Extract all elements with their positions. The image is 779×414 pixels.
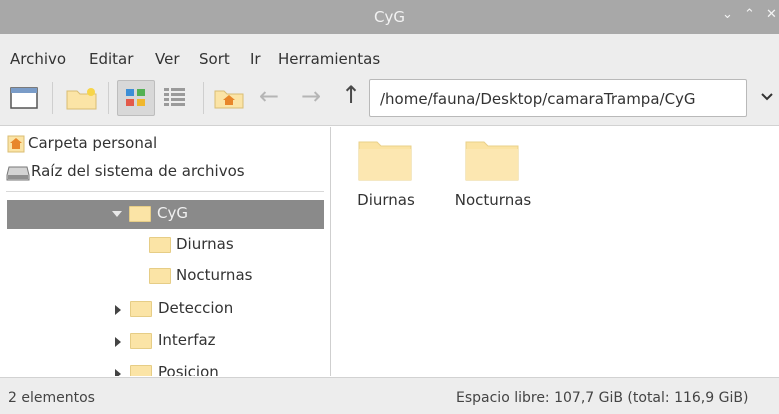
tree-item-interfaz[interactable]: Interfaz [0,327,330,356]
tree-item-nocturnas[interactable]: Nocturnas [0,262,330,291]
folder-icon [130,365,152,376]
place-home[interactable]: Carpeta personal [0,131,330,157]
tree-item-label: Nocturnas [176,266,253,284]
menu-ir[interactable]: Ir [250,50,261,68]
tree-item-label: Interfaz [158,331,216,349]
forward-button[interactable]: → [301,82,321,110]
tree-item-label: Posicion [158,363,219,376]
close-button[interactable]: ✕ [766,7,777,22]
tree-item-label: CyG [157,204,188,222]
location-bar[interactable] [369,79,747,117]
maximize-button[interactable]: ⌃ [744,7,755,22]
side-pane: Carpeta personal Raíz del sistema de arc… [0,127,331,376]
tree-item-diurnas[interactable]: Diurnas [0,231,330,260]
icon-view-button[interactable] [117,80,155,116]
menu-archivo[interactable]: Archivo [10,50,66,68]
new-folder-icon[interactable] [66,86,98,114]
tree-item-label: Diurnas [176,235,234,253]
divider [6,191,324,192]
item-count: 2 elementos [8,390,95,406]
file-item-label: Nocturnas [454,191,532,209]
file-view: Diurnas Nocturnas [332,127,779,376]
place-label: Carpeta personal [28,134,158,152]
place-root[interactable]: Raíz del sistema de archivos [0,159,330,185]
expander-collapsed-icon[interactable] [115,305,121,315]
drive-icon [6,165,30,185]
folder-icon [465,139,519,181]
expander-collapsed-icon[interactable] [115,369,121,376]
folder-icon [130,301,152,317]
window-title: CyG [374,8,405,26]
list-view-icon[interactable] [162,86,188,114]
menu-sort[interactable]: Sort [199,50,230,68]
menu-bar: Archivo Editar Ver Sort Ir Herramientas [0,34,779,70]
tree-item-deteccion[interactable]: Deteccion [0,295,330,324]
expander-collapsed-icon[interactable] [115,337,121,347]
folder-icon [358,139,412,181]
file-item-nocturnas[interactable]: Nocturnas [443,127,543,217]
folder-icon [129,206,151,222]
status-bar: 2 elementos Espacio libre: 107,7 GiB (to… [0,377,779,414]
minimize-button[interactable]: ⌄ [722,7,733,22]
path-input[interactable] [380,88,740,110]
menu-editar[interactable]: Editar [89,50,133,68]
menu-herramientas[interactable]: Herramientas [278,50,380,68]
up-button[interactable]: ↑ [341,81,361,109]
expander-expanded-icon[interactable] [112,211,122,217]
tree-item-cyg[interactable]: CyG [7,200,324,229]
menu-ver[interactable]: Ver [155,50,180,68]
folder-icon [149,237,171,253]
tree-item-posicion[interactable]: Posicion [0,359,330,376]
file-item-diurnas[interactable]: Diurnas [336,127,436,217]
free-space: Espacio libre: 107,7 GiB (total: 116,9 G… [456,390,749,406]
home-folder-icon[interactable] [214,87,244,113]
toolbar: ← → ↑ [0,70,779,126]
back-button[interactable]: ← [259,82,279,110]
path-history-dropdown-icon[interactable] [760,90,774,104]
tree-item-label: Deteccion [158,299,234,317]
folder-icon [130,333,152,349]
new-window-icon[interactable] [10,86,40,114]
home-icon [7,135,25,157]
file-item-label: Diurnas [357,191,415,209]
place-label: Raíz del sistema de archivos [31,162,245,180]
title-bar: CyG ⌄ ⌃ ✕ [0,0,779,34]
folder-icon [149,268,171,284]
